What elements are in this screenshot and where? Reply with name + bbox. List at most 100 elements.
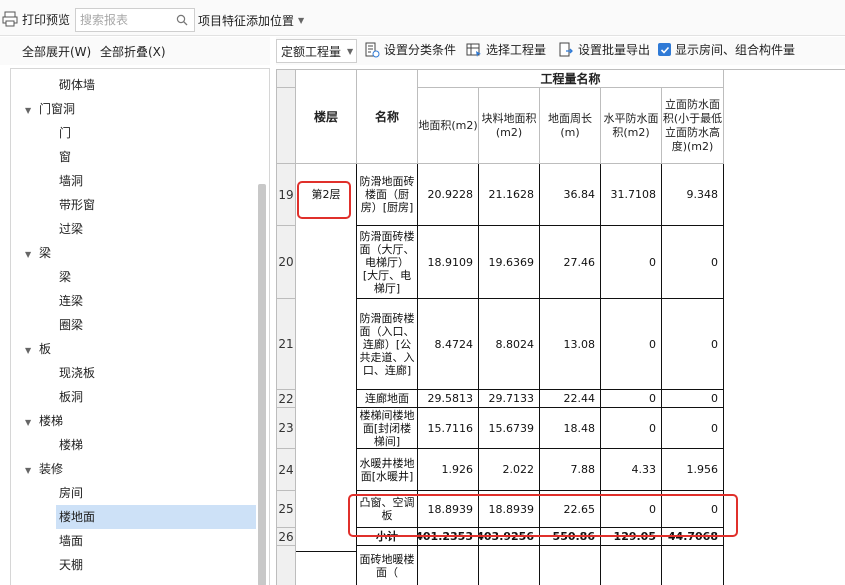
tree-category[interactable]: ▼ 板 [25, 337, 51, 361]
tree-item[interactable]: 楼梯 [58, 433, 83, 457]
quantity-value-cell[interactable]: 0 [662, 226, 724, 299]
tree-item[interactable]: 天棚 [58, 553, 83, 577]
quantity-value-cell[interactable]: 15.7116 [418, 408, 479, 449]
item-name-cell[interactable]: 防滑地面砖楼面（厨房）[厨房] [357, 164, 418, 226]
report-search-box[interactable] [75, 8, 195, 32]
quantity-value-cell[interactable]: 4.33 [601, 449, 662, 491]
feature-position-label: 项目特征添加位置 [198, 14, 295, 28]
row-number: 21 [277, 299, 296, 390]
quantity-value-cell[interactable]: 18.48 [540, 408, 601, 449]
feature-position-dropdown[interactable]: 项目特征添加位置 ▼ [198, 12, 304, 29]
show-rooms-label: 显示房间、组合构件量 [675, 43, 796, 57]
item-name-cell[interactable]: 防滑面砖楼面（大厅、电梯厅）[大厅、电梯厅] [357, 226, 418, 299]
tree-item[interactable]: 连梁 [58, 289, 83, 313]
quantity-value-cell[interactable]: 7.88 [540, 449, 601, 491]
row-highlight-box [348, 494, 738, 537]
tree-item[interactable]: 板洞 [58, 385, 83, 409]
quantity-value-cell[interactable]: 22.44 [540, 390, 601, 408]
item-name-cell[interactable]: 楼梯间楼地面[封闭楼梯间] [357, 408, 418, 449]
quantity-value-cell[interactable]: 19.6369 [479, 226, 540, 299]
tree-item[interactable]: 墙面 [58, 529, 83, 553]
tree-item[interactable]: 过梁 [58, 217, 83, 241]
checkbox-checked-icon[interactable] [658, 43, 671, 56]
row-number: 19 [277, 164, 296, 226]
collapse-all-button[interactable]: 全部折叠(X) [100, 43, 166, 60]
tree-item[interactable]: 砌体墙 [58, 73, 95, 97]
report-toolbar: 定额工程量 ▼ 设置分类条件 选择工程量 设置批量导出 显示房间、组合构件量 [276, 37, 845, 65]
batch-export-button[interactable]: 设置批量导出 [558, 41, 650, 58]
expand-all-button[interactable]: 全部展开(W) [22, 43, 91, 60]
tree-item[interactable]: 圈梁 [58, 313, 83, 337]
tree-item-label: 现浇板 [59, 366, 96, 380]
tree-category[interactable]: ▼ 梁 [25, 241, 51, 265]
expand-arrow-icon[interactable]: ▼ [25, 459, 37, 483]
tree-item[interactable]: 梁 [58, 265, 71, 289]
expand-arrow-icon[interactable]: ▼ [25, 339, 37, 363]
report-search-input[interactable] [76, 9, 172, 31]
quantity-value-cell[interactable] [601, 546, 662, 585]
quantity-value-cell[interactable]: 8.4724 [418, 299, 479, 390]
tree-category[interactable]: ▼ 门窗洞 [25, 97, 75, 121]
quantity-value-cell[interactable]: 29.7133 [479, 390, 540, 408]
floor-cell-next[interactable] [296, 552, 357, 585]
row-number: 20 [277, 226, 296, 299]
tree-scrollbar[interactable] [258, 184, 266, 585]
quantity-value-cell[interactable]: 27.46 [540, 226, 601, 299]
tree-category[interactable]: ▼ 装修 [25, 457, 63, 481]
quantity-value-cell[interactable] [662, 546, 724, 585]
quantity-value-cell[interactable]: 29.5813 [418, 390, 479, 408]
tree-item[interactable]: 门 [58, 121, 71, 145]
quantity-value-cell[interactable]: 9.348 [662, 164, 724, 226]
quantity-value-cell[interactable] [540, 546, 601, 585]
quantity-value-cell[interactable]: 13.08 [540, 299, 601, 390]
quantity-value-cell[interactable] [418, 546, 479, 585]
quantity-value-cell[interactable]: 0 [601, 390, 662, 408]
tree-item[interactable]: 楼地面 [56, 505, 256, 529]
tree-item[interactable]: 房间 [58, 481, 83, 505]
item-name-cell[interactable]: 面砖地暖楼面（ [357, 546, 418, 585]
show-rooms-checkbox[interactable]: 显示房间、组合构件量 [658, 41, 795, 58]
floor-highlight-box [297, 181, 351, 219]
item-name-cell[interactable]: 水暖井楼地面[水暖井] [357, 449, 418, 491]
tree-item[interactable]: 带形窗 [58, 193, 95, 217]
expand-arrow-icon[interactable]: ▼ [25, 411, 37, 435]
floor-cell[interactable]: 第2层 [296, 164, 357, 552]
quantity-value-cell[interactable]: 1.926 [418, 449, 479, 491]
quantity-value-cell[interactable]: 36.84 [540, 164, 601, 226]
tree-item[interactable]: 墙洞 [58, 169, 83, 193]
quantity-value-cell[interactable]: 0 [662, 299, 724, 390]
quantity-value-cell[interactable] [479, 546, 540, 585]
quantity-value-cell[interactable]: 18.9109 [418, 226, 479, 299]
select-quantity-label: 选择工程量 [486, 43, 547, 57]
quantity-value-cell[interactable]: 0 [662, 390, 724, 408]
row-number: 22 [277, 390, 296, 408]
expand-arrow-icon[interactable]: ▼ [25, 99, 37, 123]
quantity-value-cell[interactable]: 0 [601, 408, 662, 449]
quantity-value-cell[interactable]: 2.022 [479, 449, 540, 491]
item-name-cell[interactable]: 防滑面砖楼面（入口、连廊）[公共走道、入口、连廊] [357, 299, 418, 390]
quantity-value-cell[interactable]: 21.1628 [479, 164, 540, 226]
tree-category[interactable]: ▼ 楼梯 [25, 409, 63, 433]
quantity-value-cell[interactable]: 0 [662, 408, 724, 449]
item-name-cell[interactable]: 连廊地面 [357, 390, 418, 408]
print-preview-button[interactable]: 打印预览 [0, 8, 70, 30]
print-preview-label: 打印预览 [22, 12, 71, 27]
quantity-value-cell[interactable]: 20.9228 [418, 164, 479, 226]
set-category-button[interactable]: 设置分类条件 [364, 41, 456, 58]
expand-arrow-icon[interactable]: ▼ [25, 243, 37, 267]
quantity-mode-value: 定额工程量 [281, 44, 342, 59]
tree-item-label: 砌体墙 [59, 78, 96, 92]
quantity-mode-select[interactable]: 定额工程量 ▼ [276, 39, 357, 63]
tree-item[interactable]: 窗 [58, 145, 71, 169]
quantity-value-cell[interactable]: 1.956 [662, 449, 724, 491]
quantity-value-cell[interactable]: 0 [601, 299, 662, 390]
select-quantity-button[interactable]: 选择工程量 [466, 41, 546, 58]
quantity-value-cell[interactable]: 0 [601, 226, 662, 299]
quantity-value-cell[interactable]: 8.8024 [479, 299, 540, 390]
quantity-group-header: 工程量名称 [418, 70, 724, 88]
quantity-value-cell[interactable]: 15.6739 [479, 408, 540, 449]
quantity-value-cell[interactable]: 31.7108 [601, 164, 662, 226]
search-icon[interactable] [176, 14, 188, 26]
tree-item[interactable]: 现浇板 [58, 361, 95, 385]
tree-item-label: 楼梯 [59, 438, 84, 452]
